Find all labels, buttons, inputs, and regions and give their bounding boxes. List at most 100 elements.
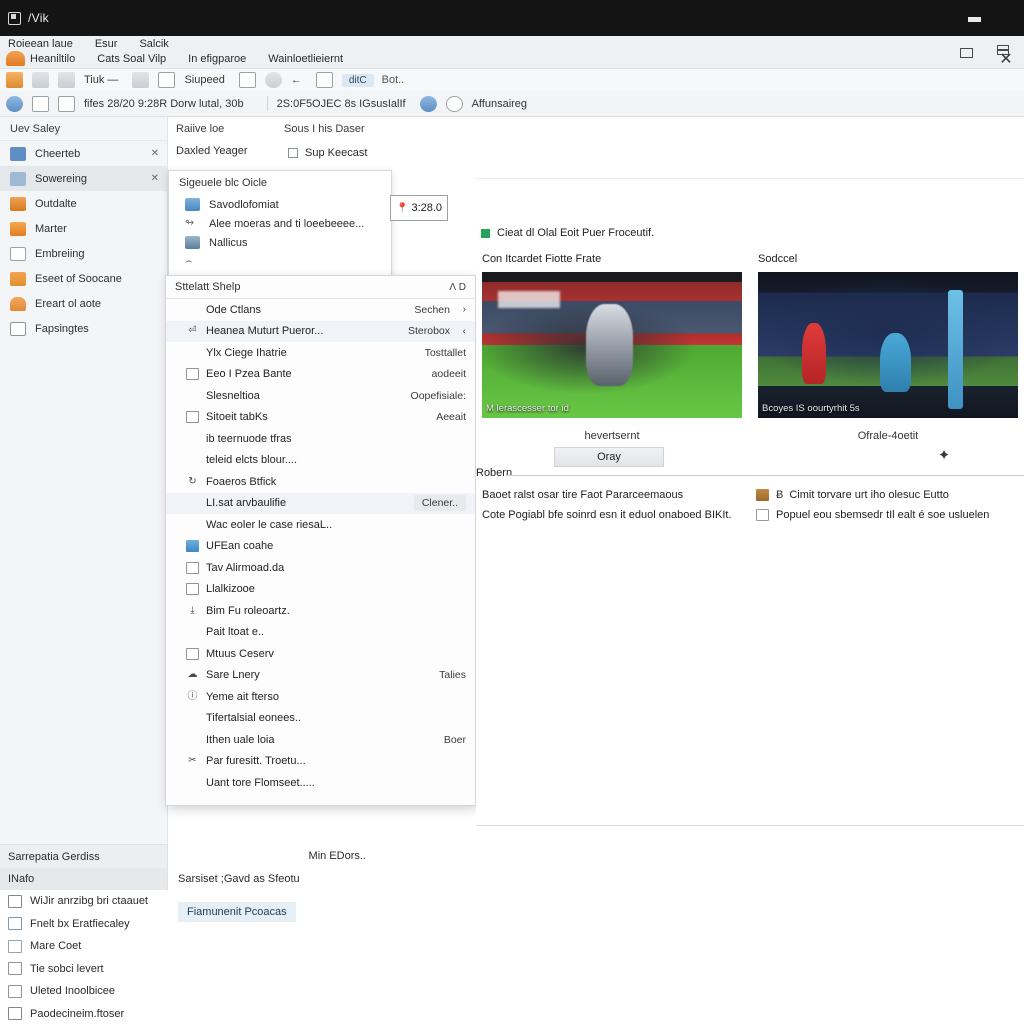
menu-item-0[interactable]: Roieean laue — [8, 38, 73, 50]
skip-forecast-checkbox[interactable]: Sup Keecast — [288, 147, 367, 159]
context-menu-item-16[interactable]: Mtuus Ceserv — [166, 643, 475, 665]
menu-item-4[interactable]: Cats Soal Vilp — [97, 53, 166, 65]
card-subtitle-0: hevertsernt — [584, 430, 640, 442]
context-menu-item-1[interactable]: ⏎ Heanea Muturt Pueror... Sterobox ‹ — [166, 320, 475, 342]
tool-icon[interactable] — [158, 72, 176, 88]
context-menu-item-12[interactable]: Tav Alirmoad.da — [166, 557, 475, 579]
sidebar-item-6[interactable]: Ereart ol aote — [0, 291, 167, 316]
restore-icon[interactable] — [954, 42, 980, 64]
toolbar-chip[interactable]: ditC — [341, 73, 374, 87]
sidebar-item-1[interactable]: Sowereing ✕ — [0, 166, 167, 191]
close-icon[interactable]: ✕ — [994, 50, 1018, 70]
context-menu-item-17[interactable]: ☁ Sare Lnery Talies — [166, 665, 475, 687]
address-input[interactable]: 📍 3:28.0 — [390, 195, 448, 221]
context-menu-item-5[interactable]: Sitoeit tabKs Aeeait — [166, 407, 475, 429]
menu-item-5[interactable]: In efigparoe — [188, 53, 246, 65]
book-icon — [8, 894, 22, 908]
toolbar-primary: Tiuk — Siupeed ← ditC Bot.. — [0, 69, 1024, 91]
context-menu-item-18[interactable]: ⓘ Yeme ait fterso — [166, 686, 475, 708]
sidebar-item-3[interactable]: Marter — [0, 216, 167, 241]
bottom-left-item-3[interactable]: Tie sobci levert — [0, 958, 168, 981]
sidebar-item-4[interactable]: Embreiing — [0, 241, 167, 266]
context-menu-item-8[interactable]: ↻ Foaeros Btfick — [166, 471, 475, 493]
mid-panel-chip[interactable]: Fiamunenit Pcoacas — [178, 902, 296, 922]
context-menu-item-22[interactable]: Uant tore Flomseet..... — [166, 772, 475, 794]
rugby-player-stadium-photo[interactable]: M lerascesser tor id — [482, 272, 742, 418]
signals-row-3[interactable]: ⌢ — [169, 252, 391, 271]
blank-icon — [186, 497, 199, 509]
minimize-icon[interactable] — [967, 11, 982, 24]
soccer-goalkeeper-stadium-photo[interactable]: Bcoyes IS oourtyrhit 5s — [758, 272, 1018, 418]
copy-icon[interactable] — [32, 72, 49, 88]
cloud-icon — [10, 171, 26, 186]
checkbox-icon[interactable] — [288, 148, 298, 158]
brush-icon[interactable] — [238, 72, 256, 88]
context-menu-item-0[interactable]: Ode Ctlans Sechen › — [166, 299, 475, 321]
mid-panel-row-0[interactable]: Min EDors.. — [168, 844, 376, 868]
context-menu-item-4[interactable]: Slesneltioa Oopefisiale: — [166, 385, 475, 407]
bottom-left-item-2[interactable]: Mare Coet — [0, 935, 168, 958]
menu-item-6[interactable]: Wainloetlieiernt — [268, 53, 343, 65]
chevron-down-icon[interactable] — [315, 72, 333, 88]
context-menu-shortcut-2: Tosttallet — [424, 346, 466, 359]
clear-button[interactable]: Oray — [554, 447, 664, 467]
list-icon[interactable] — [58, 72, 75, 88]
column2-subheader[interactable]: Daxled Yeager — [168, 140, 284, 162]
context-menu-item-21[interactable]: ✂ Par furesitt. Troetu... — [166, 751, 475, 773]
media-card-1[interactable]: Sodccel Bcoyes IS oourtyrhit 5s Ofrale-4… — [758, 253, 1018, 442]
sidebar-item-5[interactable]: Eseet of Soocane — [0, 266, 167, 291]
flask-icon[interactable] — [132, 72, 150, 88]
context-menu-item-14[interactable]: ⤓ Bim Fu roleoartz. — [166, 600, 475, 622]
bottom-bar-primary[interactable]: Sarrepatia Gerdiss — [0, 844, 168, 868]
bottom-left-item-0[interactable]: WiJir anrzibg bri ctaauet — [0, 890, 168, 913]
signals-row-0[interactable]: Savodlofomiat — [169, 195, 391, 214]
note-right-0[interactable]: Ƀ Cimit torvare urt iho olesuc Eutto — [756, 489, 1018, 501]
context-menu-item-19[interactable]: Tifertalsial eonees.. — [166, 708, 475, 730]
context-menu-item-6[interactable]: ib teernuode tfras — [166, 428, 475, 450]
menu-item-2[interactable]: Salcik — [139, 38, 168, 50]
sparkle-icon[interactable]: ✦ — [931, 443, 957, 469]
folder-icon[interactable] — [32, 95, 49, 112]
bottom-left-item-1[interactable]: Fnelt bx Eratfiecaley — [0, 913, 168, 936]
cloud-icon[interactable] — [445, 95, 463, 112]
media-card-0[interactable]: Con Itcardet Fiotte Frate M lerascesser … — [482, 253, 742, 442]
context-menu-item-20[interactable]: Ithen uale loia Boer — [166, 729, 475, 751]
context-menu-item-10[interactable]: Wac eoler le case riesaL.. — [166, 514, 475, 536]
toolbar-label-1[interactable]: Siupeed — [184, 74, 224, 86]
info-icon[interactable] — [419, 95, 437, 112]
sidebar-close-icon-0[interactable]: ✕ — [151, 148, 159, 159]
context-menu-label-0: Ode Ctlans — [206, 303, 262, 316]
toolbar-label-2[interactable]: ← — [291, 74, 302, 86]
toolbar-label-0[interactable]: Tiuk — — [84, 74, 118, 86]
checkbox-icon — [186, 583, 199, 596]
sidebar-item-7[interactable]: Fapsingtes — [0, 316, 167, 341]
blank-icon — [186, 519, 199, 531]
sidebar-item-label-4: Embreiing — [35, 247, 85, 260]
document-icon — [58, 95, 75, 112]
save-icon[interactable] — [6, 72, 23, 88]
context-menu-item-13[interactable]: Llalkizooe — [166, 579, 475, 601]
context-menu-item-2[interactable]: Ylx Ciege Ihatrie Tosttallet — [166, 342, 475, 364]
sidebar-item-0[interactable]: Cheerteb ✕ — [0, 141, 167, 166]
bottom-left-item-5[interactable]: Paodecineim.ftoser — [0, 1003, 168, 1024]
context-menu-item-11[interactable]: UFEan coahe — [166, 536, 475, 558]
menu-item-1[interactable]: Esur — [95, 38, 118, 50]
bottom-left-item-4[interactable]: Uleted Inoolbicee — [0, 980, 168, 1003]
window-icon — [8, 11, 21, 25]
context-menu-item-15[interactable]: Pait ltoat e.. — [166, 622, 475, 644]
context-menu-item-7[interactable]: teleid elcts blour.... — [166, 450, 475, 472]
signals-row-2[interactable]: Nallicus — [169, 233, 391, 252]
note-right-1[interactable]: Popuel eou sbemsedr tIl ealt é soe uslue… — [756, 509, 1018, 521]
window-title: /Vik — [28, 11, 49, 25]
gear-icon[interactable] — [264, 72, 282, 88]
bottom-bar-secondary[interactable]: INafo — [0, 868, 168, 890]
sidebar-close-icon-1[interactable]: ✕ — [151, 173, 159, 184]
context-menu-item-9[interactable]: LI.sat arvbaulifie Clener.. — [166, 492, 475, 514]
menu-item-3[interactable]: Heaniltilo — [30, 53, 75, 65]
clock-icon[interactable] — [6, 95, 23, 112]
mid-panel-row-1[interactable]: Sarsiset ;Gavd as Sfeotu — [168, 868, 376, 890]
signals-row-1[interactable]: ↬ Alee moeras and ti loeebeeee... — [169, 214, 391, 233]
sidebar-item-2[interactable]: Outdalte — [0, 191, 167, 216]
notes-area: Baoet ralst osar tire Faot Pararceemaous… — [476, 489, 1024, 529]
context-menu-item-3[interactable]: Eeo I Pzea Bante aodeeit — [166, 364, 475, 386]
